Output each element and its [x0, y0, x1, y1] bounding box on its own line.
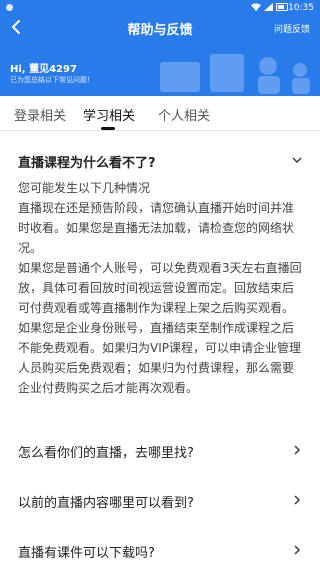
wifi-icon: [251, 3, 261, 11]
active-tab-indicator: [101, 127, 115, 130]
faq-question: 怎么看你们的直播，去哪里找?: [18, 446, 194, 461]
navbar: 帮助与反馈 问题反馈: [0, 14, 320, 42]
faq-item[interactable]: 以前的直播内容哪里可以看到?: [0, 480, 320, 520]
faq-item[interactable]: 直播有课件可以下载吗?: [0, 530, 320, 570]
faq-question: 直播课程为什么看不了?: [18, 156, 156, 171]
chevron-right-icon: [294, 445, 300, 455]
tab-login[interactable]: 登录相关: [14, 105, 66, 124]
signal-icon: [264, 3, 273, 11]
answer-line: 如果您是普通个人账号，可以免费观看3天左右直播回: [18, 261, 302, 275]
notification-icon: [6, 4, 13, 11]
status-time: 10:35: [288, 3, 314, 13]
chevron-right-icon: [294, 545, 300, 555]
answer-line: 您可能发生以下几种情况: [18, 181, 151, 195]
faq-question: 以前的直播内容哪里可以看到?: [18, 496, 194, 511]
faq-item-expanded[interactable]: 直播课程为什么看不了?: [0, 140, 320, 180]
tab-learning[interactable]: 学习相关: [83, 105, 135, 124]
battery-icon: [276, 3, 288, 11]
tab-bar: 登录相关 学习相关 个人相关: [0, 96, 320, 131]
answer-line: 人员购买后免费观看；如果归为付费课程，那么需要: [18, 361, 295, 375]
chevron-right-icon: [294, 495, 300, 505]
answer-line: 可付费观看或等直播制作为课程上架之后购买观看。: [18, 301, 295, 315]
tab-personal[interactable]: 个人相关: [158, 105, 210, 124]
greeting: Hi, 董见4297: [10, 64, 77, 75]
header: 10:35 帮助与反馈 问题反馈 Hi, 董见4297 已为您总结以下常见问题!: [0, 0, 320, 96]
answer-line: 如果您是企业身份账号，直播结束至制作成课程之后: [18, 321, 295, 335]
chevron-down-icon: [292, 157, 302, 163]
answer-line: 时收看。如果您是直播无法加载，请检查您的网络状: [18, 221, 295, 235]
faq-item[interactable]: 怎么看你们的直播，去哪里找?: [0, 430, 320, 470]
faq-question: 直播有课件可以下载吗?: [18, 546, 155, 561]
page-title: 帮助与反馈: [127, 23, 193, 38]
answer-line: 不能免费观看。如果归为VIP课程，可以申请企业管理: [18, 341, 301, 355]
header-illustration: [160, 54, 310, 94]
faq-answer: 您可能发生以下几种情况 直播现在还是预告阶段，请您确认直播开始时间并准 时收看。…: [18, 178, 306, 398]
greeting-subtitle: 已为您总结以下常见问题!: [10, 76, 90, 84]
feedback-link[interactable]: 问题反馈: [274, 22, 310, 35]
answer-line: 企业付费购买之后才能再次观看。: [18, 381, 199, 395]
answer-line: 放，具体可看回放时间视运营设置而定。回放结束后: [18, 281, 295, 295]
answer-line: 况。: [18, 241, 43, 255]
answer-line: 直播现在还是预告阶段，请您确认直播开始时间并准: [18, 201, 295, 215]
